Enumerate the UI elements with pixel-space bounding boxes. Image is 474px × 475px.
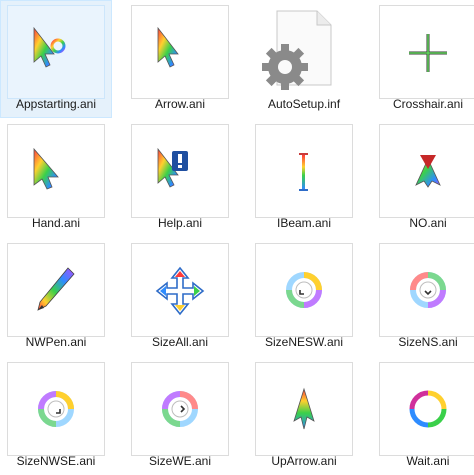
wait-cursor-icon (409, 390, 447, 428)
appstarting-cursor-icon (33, 26, 66, 68)
file-thumbnail (255, 124, 353, 218)
file-thumbnail (255, 362, 353, 456)
file-name: AutoSetup.inf (267, 97, 341, 111)
file-thumbnail (379, 362, 474, 456)
file-item-nwpen[interactable]: NWPen.ani (0, 238, 112, 356)
hand-cursor-icon (33, 147, 59, 190)
file-name: SizeAll.ani (151, 335, 209, 349)
file-item-sizenesw[interactable]: SizeNESW.ani (248, 238, 360, 356)
file-name: Wait.ani (406, 454, 450, 468)
file-item-sizens[interactable]: SizeNS.ani (372, 238, 474, 356)
file-thumbnail (131, 243, 229, 337)
file-item-sizewe[interactable]: SizeWE.ani (124, 357, 236, 475)
gear-icon (262, 44, 308, 90)
file-name: SizeNS.ani (398, 335, 458, 349)
sizeall-cursor-icon (155, 266, 205, 316)
file-name: NO.ani (409, 216, 447, 230)
file-item-no[interactable]: NO.ani (372, 119, 474, 237)
file-name: SizeNWSE.ani (16, 454, 96, 468)
file-thumbnail (131, 124, 229, 218)
sizenesw-cursor-icon (286, 272, 322, 308)
file-item-help[interactable]: Help.ani (124, 119, 236, 237)
help-cursor-icon (157, 147, 188, 188)
file-thumbnail (7, 124, 105, 218)
file-thumbnail (379, 243, 474, 337)
file-name: UpArrow.ani (271, 454, 337, 468)
no-cursor-icon (415, 155, 441, 188)
arrow-cursor-icon (157, 26, 179, 68)
file-name: Arrow.ani (154, 97, 206, 111)
file-grid: Appstarting.ani Arrow.ani AutoSetup.inf … (0, 0, 474, 474)
file-thumbnail (255, 243, 353, 337)
settings-file-icon (262, 10, 332, 90)
file-thumbnail (379, 5, 474, 99)
file-name: SizeNESW.ani (264, 335, 344, 349)
sizewe-cursor-icon (162, 391, 198, 427)
file-thumbnail (379, 124, 474, 218)
file-thumbnail (7, 5, 105, 99)
file-thumbnail (7, 362, 105, 456)
file-item-uparrow[interactable]: UpArrow.ani (248, 357, 360, 475)
file-name: SizeWE.ani (148, 454, 212, 468)
file-item-arrow[interactable]: Arrow.ani (124, 0, 236, 118)
file-thumbnail (255, 5, 353, 99)
file-item-appstarting[interactable]: Appstarting.ani (0, 0, 112, 118)
sizenwse-cursor-icon (38, 391, 74, 427)
file-item-ibeam[interactable]: IBeam.ani (248, 119, 360, 237)
file-thumbnail (131, 5, 229, 99)
file-name: Hand.ani (31, 216, 81, 230)
file-thumbnail (131, 362, 229, 456)
file-item-autosetup[interactable]: AutoSetup.inf (248, 0, 360, 118)
pen-cursor-icon (37, 267, 75, 311)
file-item-crosshair[interactable]: Crosshair.ani (372, 0, 474, 118)
file-item-hand[interactable]: Hand.ani (0, 119, 112, 237)
file-item-sizeall[interactable]: SizeAll.ani (124, 238, 236, 356)
ibeam-cursor-icon (299, 153, 308, 191)
file-thumbnail (7, 243, 105, 337)
file-item-sizenwse[interactable]: SizeNWSE.ani (0, 357, 112, 475)
file-name: NWPen.ani (25, 335, 87, 349)
file-item-wait[interactable]: Wait.ani (372, 357, 474, 475)
uparrow-cursor-icon (293, 387, 315, 430)
file-name: Crosshair.ani (392, 97, 464, 111)
sizens-cursor-icon (410, 272, 446, 308)
crosshair-cursor-icon (409, 34, 447, 72)
file-name: Appstarting.ani (15, 97, 97, 111)
file-name: IBeam.ani (276, 216, 332, 230)
file-name: Help.ani (157, 216, 203, 230)
